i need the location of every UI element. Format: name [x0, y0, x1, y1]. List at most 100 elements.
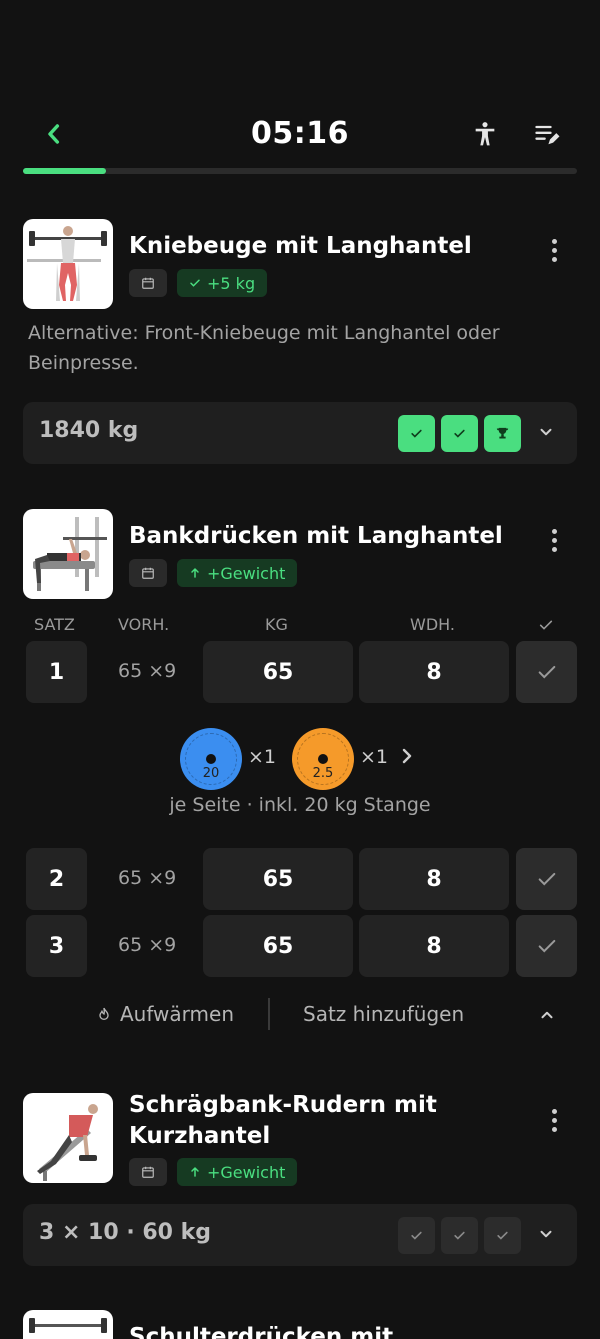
previous-value[interactable]: 65 ×9 [118, 867, 176, 889]
plate-note: je Seite · inkl. 20 kg Stange [169, 794, 431, 816]
set-pending-indicator [398, 1217, 435, 1254]
kg-input[interactable]: 65 [203, 915, 353, 977]
complete-set-button[interactable] [516, 641, 577, 703]
previous-value[interactable]: 65 ×9 [118, 934, 176, 956]
column-previous: VORH. [118, 615, 170, 634]
exercise-note: Alternative: Front-Kniebeuge mit Langhan… [28, 322, 500, 374]
exercise-summary-bar[interactable]: 1840 kg [23, 402, 577, 464]
summary-text: 3 × 10 · 60 kg [39, 1220, 212, 1245]
exercise-menu-button[interactable] [549, 529, 559, 555]
kg-input[interactable]: 65 [203, 848, 353, 910]
progression-badge-label: +Gewicht [207, 1162, 286, 1182]
plate-label: 2.5 [312, 766, 334, 781]
calendar-badge[interactable] [129, 1158, 167, 1186]
set-pending-indicator [484, 1217, 521, 1254]
check-icon [411, 429, 422, 438]
exercise-summary-bar[interactable]: 3 × 10 · 60 kg [23, 1204, 577, 1266]
body-figure-icon[interactable] [471, 120, 499, 148]
arrow-up-icon [191, 1166, 199, 1177]
check-icon [497, 1231, 508, 1240]
set-done-indicator [398, 415, 435, 452]
edit-list-icon[interactable] [533, 120, 561, 148]
set-record-indicator [484, 415, 521, 452]
complete-set-button[interactable] [516, 848, 577, 910]
exercise-menu-button[interactable] [549, 1109, 559, 1135]
plate-label: 20 [202, 766, 220, 781]
exercise-badges: +Gewicht [129, 559, 298, 587]
reps-input[interactable]: 8 [359, 915, 509, 977]
check-icon [538, 665, 555, 679]
add-set-button[interactable]: Satz hinzufügen [303, 1002, 464, 1026]
plate-count: ×1 [360, 746, 389, 768]
previous-value[interactable]: 65 ×9 [118, 660, 176, 682]
chevron-down-icon[interactable] [537, 423, 555, 441]
warmup-label: Aufwärmen [120, 1002, 234, 1026]
check-icon [454, 429, 465, 438]
plate-count: ×1 [248, 746, 277, 768]
check-icon [538, 939, 555, 953]
reps-input[interactable]: 8 [359, 641, 509, 703]
check-icon [539, 620, 553, 630]
exercise-title: Bankdrücken mit Langhantel [129, 523, 503, 549]
exercise-card-shoulder-press[interactable]: Schulterdrücken mit Langhantel [23, 1310, 577, 1339]
exercise-badges: +Gewicht [129, 1158, 298, 1186]
exercise-thumbnail [23, 219, 113, 309]
column-reps: WDH. [410, 615, 455, 634]
workout-progress-bar [23, 168, 577, 174]
kg-input[interactable]: 65 [203, 641, 353, 703]
set-table-header: SATZ VORH. KG WDH. [0, 615, 600, 635]
exercise-badges: +5 kg [129, 269, 268, 297]
weight-plate-2-5: 2.5 [292, 728, 354, 790]
top-bar: 05:16 [0, 100, 600, 170]
calendar-badge[interactable] [129, 269, 167, 297]
exercise-thumbnail [23, 509, 113, 599]
divider [268, 998, 270, 1030]
exercise-card-bench-press[interactable]: Bankdrücken mit Langhantel +Gewicht [23, 509, 577, 599]
exercise-card-squat[interactable]: Kniebeuge mit Langhantel +5 kg [23, 219, 577, 309]
set-number[interactable]: 2 [26, 848, 87, 910]
complete-set-button[interactable] [516, 915, 577, 977]
set-row: 2 65 ×9 65 8 [0, 848, 600, 910]
set-done-indicator [441, 415, 478, 452]
calendar-icon [142, 567, 154, 579]
set-row: 1 65 ×9 65 8 [0, 641, 600, 703]
set-status-indicators [398, 1217, 521, 1254]
check-icon [454, 1231, 465, 1240]
exercise-card-incline-row[interactable]: Schrägbank-Rudern mit Kurzhantel +Gewich… [23, 1092, 577, 1186]
check-icon [411, 1231, 422, 1240]
progression-badge: +Gewicht [177, 1158, 298, 1186]
reps-input[interactable]: 8 [359, 848, 509, 910]
set-status-indicators [398, 415, 521, 452]
chevron-right-icon[interactable] [400, 746, 414, 766]
calendar-badge[interactable] [129, 559, 167, 587]
column-set: SATZ [34, 615, 75, 634]
trophy-icon [496, 427, 509, 439]
workout-timer: 05:16 [251, 116, 349, 151]
workout-progress-fill [23, 168, 107, 174]
column-kg: KG [265, 615, 288, 634]
warmup-button[interactable]: Aufwärmen [96, 1002, 234, 1026]
progression-badge: +Gewicht [177, 559, 298, 587]
chevron-up-icon[interactable] [538, 1006, 556, 1024]
exercise-thumbnail [23, 1310, 113, 1339]
summary-text: 1840 kg [39, 418, 139, 443]
exercise-title: Schulterdrücken mit Langhantel [129, 1324, 394, 1339]
check-icon [190, 279, 200, 287]
exercise-menu-button[interactable] [549, 239, 559, 265]
progression-badge-label: +Gewicht [207, 563, 286, 583]
exercise-title: Kniebeuge mit Langhantel [129, 233, 472, 259]
flame-icon [99, 1007, 109, 1020]
chevron-down-icon[interactable] [537, 1225, 555, 1243]
check-icon [538, 872, 555, 886]
arrow-up-icon [191, 567, 199, 578]
set-actions: Aufwärmen Satz hinzufügen [0, 998, 600, 1032]
set-row: 3 65 ×9 65 8 [0, 915, 600, 977]
exercise-thumbnail [23, 1093, 113, 1183]
calendar-icon [142, 277, 154, 289]
set-pending-indicator [441, 1217, 478, 1254]
set-number[interactable]: 1 [26, 641, 87, 703]
progression-badge-label: +5 kg [207, 273, 256, 293]
weight-plate-20: 20 [180, 728, 242, 790]
set-number[interactable]: 3 [26, 915, 87, 977]
calendar-icon [142, 1166, 154, 1178]
